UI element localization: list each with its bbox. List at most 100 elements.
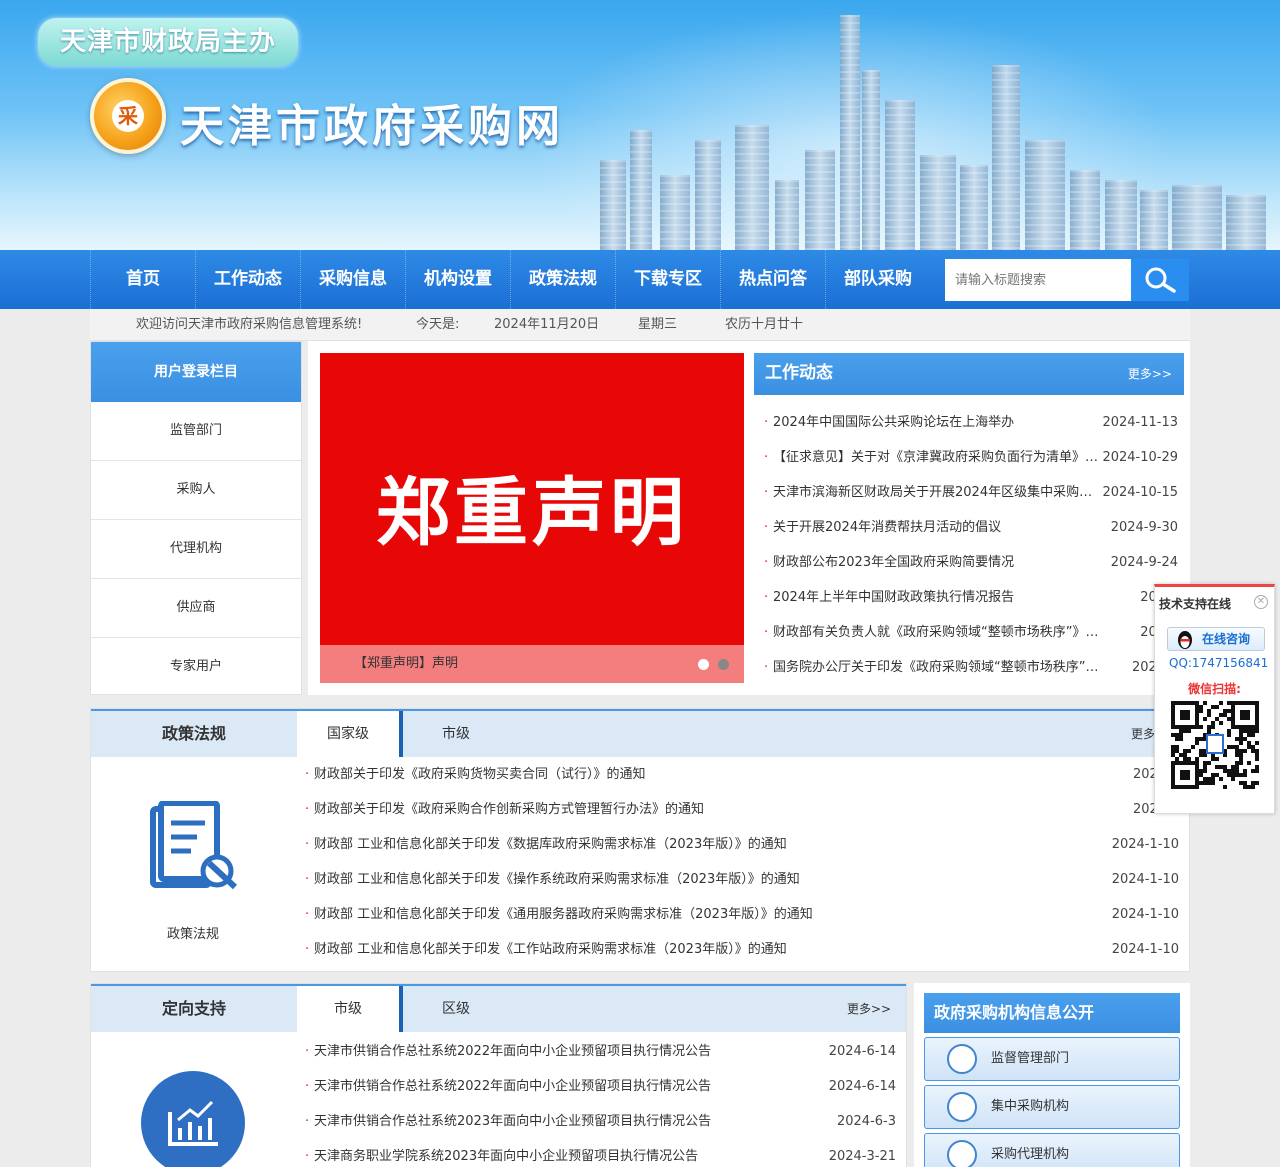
tab-municipal[interactable]: 市级	[403, 711, 509, 757]
policy-title[interactable]: 财政部关于印发《政府采购货物买卖合同（试行）》的通知	[314, 757, 646, 792]
bullet-icon: ·	[305, 907, 310, 922]
login-supplier[interactable]: 供应商	[91, 579, 301, 638]
policy-date: 2024-1-10	[1111, 907, 1179, 922]
info-bar: 欢迎访问天津市政府采购信息管理系统! 今天是: 2024年11月20日 星期三 …	[90, 309, 1190, 341]
support-date: 2024-6-3	[836, 1114, 896, 1129]
login-purchaser[interactable]: 采购人	[91, 461, 301, 520]
close-icon[interactable]: ✕	[1254, 595, 1268, 609]
support-more-link[interactable]: 更多>>	[847, 986, 891, 1032]
policy-title[interactable]: 财政部关于印发《政府采购合作创新采购方式管理暂行办法》的通知	[314, 792, 704, 827]
slide-caption[interactable]: 【郑重声明】声明	[320, 645, 744, 683]
nav-policy[interactable]: 政策法规	[510, 250, 615, 309]
institution-icon	[947, 1044, 977, 1074]
support-section-title: 定向支持	[161, 999, 226, 1018]
bullet-icon: ·	[764, 415, 769, 430]
nav-military-procurement[interactable]: 部队采购	[825, 250, 930, 309]
tab-city-level[interactable]: 市级	[297, 986, 403, 1032]
org-regulator-label: 监督管理部门	[991, 1051, 1070, 1066]
policy-row[interactable]: · 财政部 工业和信息化部关于印发《操作系统政府采购需求标准（2023年版）》的通…	[305, 862, 1179, 897]
slider-dot-1[interactable]	[698, 659, 709, 670]
policy-row[interactable]: ·财政部关于印发《政府采购货物买卖合同（试行）》的通知2024-5	[305, 757, 1179, 792]
work-news-row[interactable]: ·2024年上半年中国财政政策执行情况报告2024-	[754, 580, 1188, 615]
work-news-more-link[interactable]: 更多>>	[1128, 353, 1172, 395]
policy-row[interactable]: · 财政部 工业和信息化部关于印发《数据库政府采购需求标准（2023年版）》的通知…	[305, 827, 1179, 862]
policy-title[interactable]: 财政部 工业和信息化部关于印发《数据库政府采购需求标准（2023年版）》的通知	[314, 827, 787, 862]
login-expert[interactable]: 专家用户	[91, 638, 301, 697]
bullet-icon: ·	[305, 767, 310, 782]
org-agency-button[interactable]: 采购代理机构	[924, 1133, 1180, 1167]
image-slider[interactable]: 郑重声明 【郑重声明】声明	[320, 353, 744, 683]
work-news-title[interactable]: 关于开展2024年消费帮扶月活动的倡议	[773, 510, 1099, 545]
nav-faq[interactable]: 热点问答	[720, 250, 825, 309]
policy-section: 政策法规 国家级 市级 更多 政策法规 · 财政部关于印发《政府采购货物买卖合同（…	[90, 708, 1190, 972]
qq-consult-button[interactable]: 在线咨询	[1167, 627, 1265, 651]
policy-more-link[interactable]: 更多	[1131, 711, 1155, 757]
main-nav-bar: 首页 工作动态 采购信息 机构设置 政策法规 下载专区 热点问答 部队采购	[0, 250, 1280, 309]
support-title[interactable]: 天津商务职业学院系统2023年面向中小企业预留项目执行情况公告	[314, 1139, 698, 1167]
work-news-row[interactable]: · 财政部公布2023年全国政府采购简要情况 2024-9-24	[754, 545, 1188, 580]
work-news-title[interactable]: 【征求意见】关于对《京津冀政府采购负面行为清单》征求意见的公告	[773, 440, 1099, 475]
policy-title[interactable]: 财政部 工业和信息化部关于印发《工作站政府采购需求标准（2023年版）》的通知	[314, 932, 787, 967]
work-news-title[interactable]: 天津市滨海新区财政局关于开展2024年区级集中采购机构考核工作的通知	[773, 475, 1099, 510]
support-row[interactable]: · 天津市供销合作总社系统2022年面向中小企业预留项目执行情况公告 2024-6-…	[305, 1034, 896, 1069]
nav-home[interactable]: 首页	[90, 250, 195, 309]
policy-date: 2024-1-10	[1111, 837, 1179, 852]
support-title[interactable]: 天津市供销合作总社系统2022年面向中小企业预留项目执行情况公告	[314, 1069, 711, 1104]
org-central-procurement-button[interactable]: 集中采购机构	[924, 1085, 1180, 1129]
nav-downloads[interactable]: 下载专区	[615, 250, 720, 309]
policy-section-title: 政策法规	[161, 724, 226, 743]
support-row[interactable]: · 天津商务职业学院系统2023年面向中小企业预留项目执行情况公告 2024-3-2…	[305, 1139, 896, 1167]
work-news-title[interactable]: 国务院办公厅关于印发《政府采购领域“整顿市场秩序”》的通知	[773, 650, 1099, 685]
support-row[interactable]: · 天津市供销合作总社系统2023年面向中小企业预留项目执行情况公告 2024-6-…	[305, 1104, 896, 1139]
tab-national[interactable]: 国家级	[297, 711, 403, 757]
work-news-row[interactable]: ·国务院办公厅关于印发《政府采购领域“整顿市场秩序”》的通知2024-7	[754, 650, 1188, 685]
bullet-icon: ·	[305, 872, 310, 887]
nav-work-news[interactable]: 工作动态	[195, 250, 300, 309]
qq-number: QQ:1747156841	[1169, 656, 1269, 670]
login-agency[interactable]: 代理机构	[91, 520, 301, 579]
policy-date: 2024-1-10	[1111, 872, 1179, 887]
work-news-title[interactable]: 2024年上半年中国财政政策执行情况报告	[773, 580, 1099, 615]
search-button[interactable]	[1131, 259, 1189, 301]
support-title[interactable]: 天津市供销合作总社系统2022年面向中小企业预留项目执行情况公告	[314, 1034, 711, 1069]
slide-caption-text: 【郑重声明】声明	[354, 656, 459, 671]
policy-date: 2024-1-10	[1111, 942, 1179, 957]
policy-title[interactable]: 财政部 工业和信息化部关于印发《通用服务器政府采购需求标准（2023年版）》的通…	[314, 897, 813, 932]
nav-organization[interactable]: 机构设置	[405, 250, 510, 309]
main-feature-box: 郑重声明 【郑重声明】声明 工作动态 更多>> · 2024年中国国际公共采购论坛…	[308, 341, 1190, 695]
work-news-row[interactable]: · 关于开展2024年消费帮扶月活动的倡议 2024-9-30	[754, 510, 1188, 545]
slide-headline: 郑重声明	[376, 470, 688, 556]
work-news-row[interactable]: · 2024年中国国际公共采购论坛在上海举办 2024-11-13	[754, 405, 1188, 440]
work-news-row[interactable]: · 【征求意见】关于对《京津冀政府采购负面行为清单》征求意见的公告2024-10-…	[754, 440, 1188, 475]
work-news-title[interactable]: 2024年中国国际公共采购论坛在上海举办	[773, 405, 1099, 440]
bullet-icon: ·	[305, 942, 310, 957]
site-logo[interactable]: 采	[90, 78, 166, 154]
policy-row[interactable]: ·财政部关于印发《政府采购合作创新采购方式管理暂行办法》的通知2024-5	[305, 792, 1179, 827]
org-central-label: 集中采购机构	[991, 1099, 1070, 1114]
nav-procurement-info[interactable]: 采购信息	[300, 250, 405, 309]
support-title[interactable]: 天津市供销合作总社系统2023年面向中小企业预留项目执行情况公告	[314, 1104, 711, 1139]
policy-row[interactable]: · 财政部 工业和信息化部关于印发《通用服务器政府采购需求标准（2023年版）》的…	[305, 897, 1179, 932]
institution-icon	[947, 1140, 977, 1167]
work-news-row[interactable]: · 天津市滨海新区财政局关于开展2024年区级集中采购机构考核工作的通知2024-…	[754, 475, 1188, 510]
support-row[interactable]: · 天津市供销合作总社系统2022年面向中小企业预留项目执行情况公告 2024-6-…	[305, 1069, 896, 1104]
login-regulator[interactable]: 监管部门	[91, 402, 301, 461]
policy-list: ·财政部关于印发《政府采购货物买卖合同（试行）》的通知2024-5·财政部关于印…	[305, 757, 1179, 967]
slider-dot-2[interactable]	[718, 659, 729, 670]
support-tab-bar: 定向支持 市级 区级 更多>>	[91, 984, 906, 1032]
work-news-title[interactable]: 财政部有关负责人就《政府采购领域“整顿市场秩序”》答记者问	[773, 615, 1099, 650]
policy-icon-label: 政策法规	[166, 927, 219, 942]
wechat-scan-label: 微信扫描:	[1188, 682, 1241, 696]
host-label: 天津市财政局主办	[38, 18, 298, 66]
policy-row[interactable]: · 财政部 工业和信息化部关于印发《工作站政府采购需求标准（2023年版）》的通知…	[305, 932, 1179, 967]
bullet-icon: ·	[764, 485, 769, 500]
org-regulator-button[interactable]: 监督管理部门	[924, 1037, 1180, 1081]
city-skyline-image	[560, 0, 1280, 250]
tab-district-level[interactable]: 区级	[403, 986, 509, 1032]
search-input[interactable]	[945, 259, 1131, 301]
work-news-row[interactable]: ·财政部有关负责人就《政府采购领域“整顿市场秩序”》答记者问2024-	[754, 615, 1188, 650]
policy-tab-bar: 政策法规 国家级 市级 更多	[91, 709, 1189, 757]
support-list: · 天津市供销合作总社系统2022年面向中小企业预留项目执行情况公告 2024-6-…	[305, 1034, 896, 1167]
work-news-title[interactable]: 财政部公布2023年全国政府采购简要情况	[773, 545, 1099, 580]
policy-title[interactable]: 财政部 工业和信息化部关于印发《操作系统政府采购需求标准（2023年版）》的通知	[314, 862, 800, 897]
